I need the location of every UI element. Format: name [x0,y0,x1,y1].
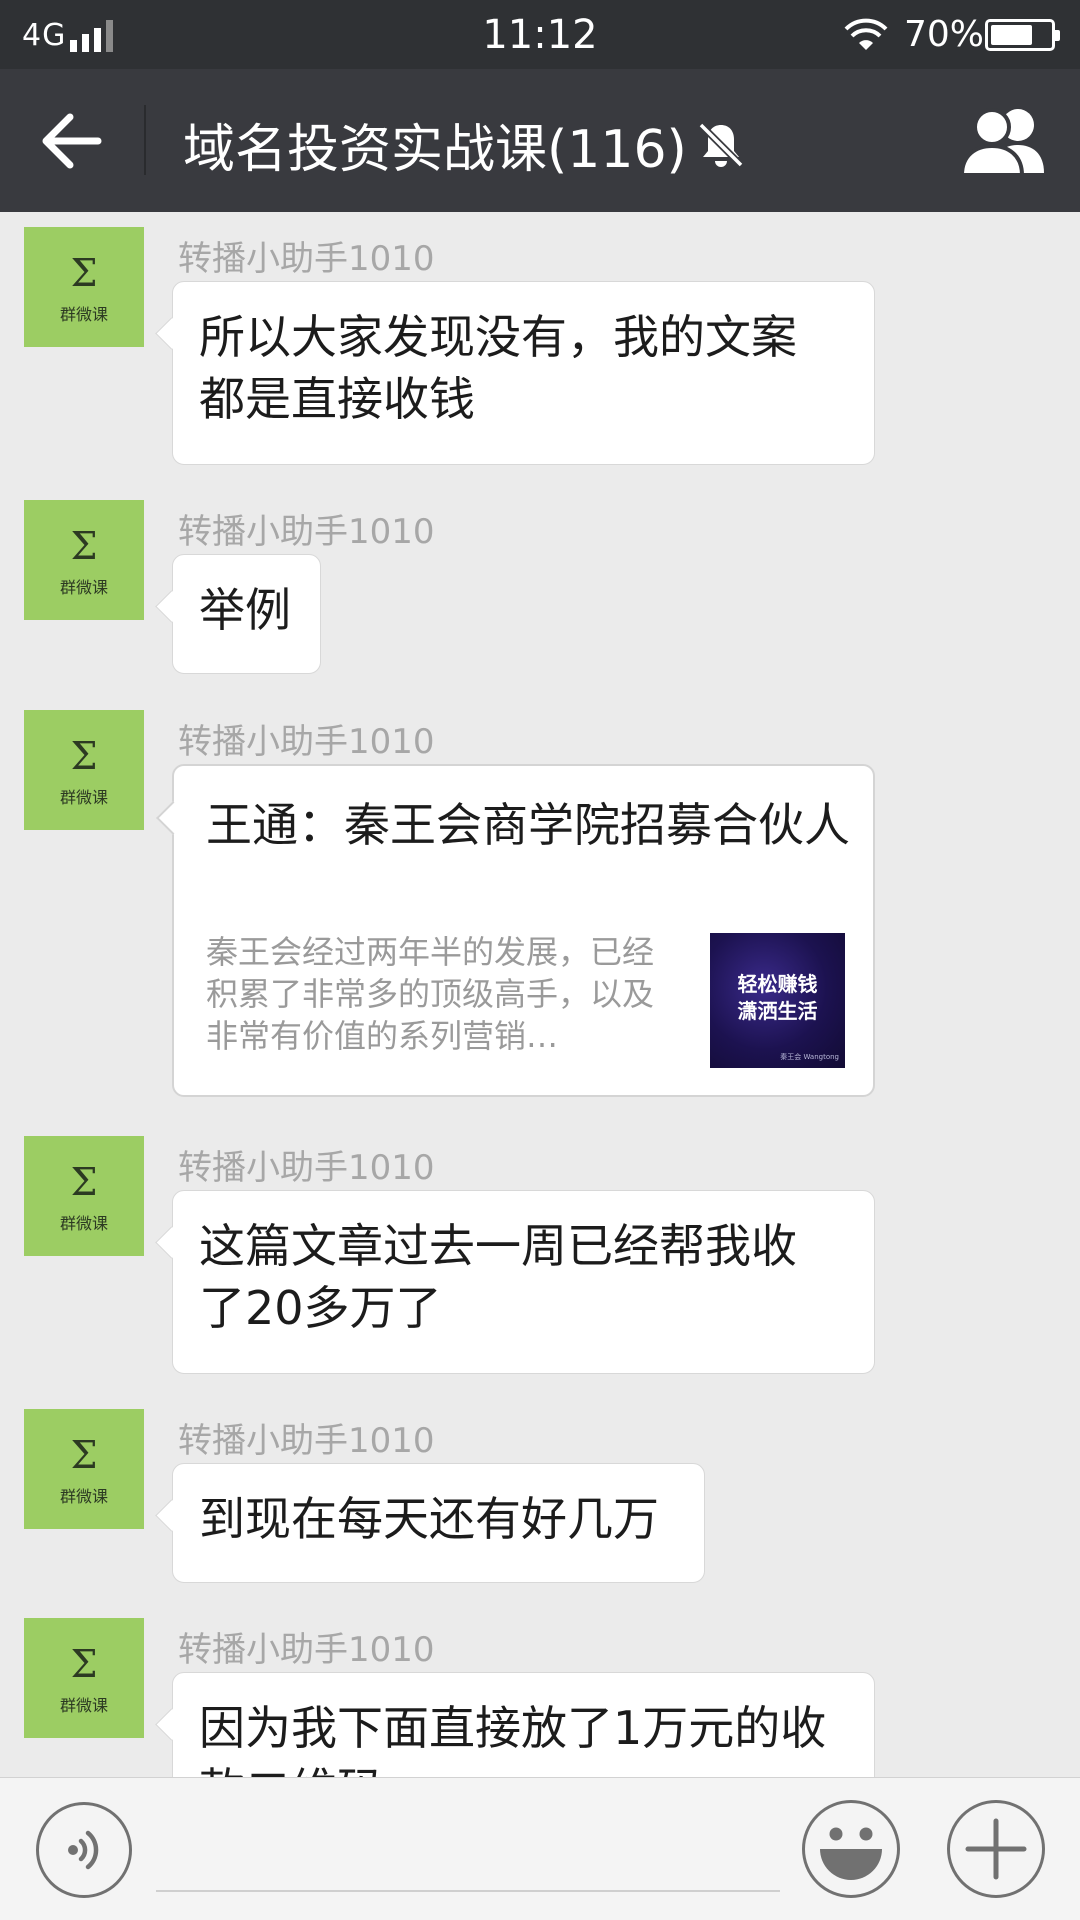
link-title: 王通：秦王会商学院招募合伙人 [206,798,850,852]
message-text-line: 因为我下面直接放了1万元的收 [199,1701,827,1755]
message-list[interactable]: Σ 群微课 转播小助手1010 所以大家发现没有，我的文案 都是直接收钱 Σ 群微课… [0,212,1080,1777]
battery-percent: 70% [904,14,985,55]
group-members-icon[interactable] [960,103,1050,179]
battery-icon [985,19,1060,51]
plus-icon [965,1818,1027,1880]
sender-name: 转播小助手1010 [178,1630,435,1670]
input-bar [0,1777,1080,1920]
voice-input-icon [68,1830,99,1870]
message-text-line: 都是直接收钱 [199,372,475,426]
sender-name: 转播小助手1010 [178,239,435,279]
message-text-line: 款二维码 [199,1759,848,1777]
message-bubble[interactable]: 因为我下面直接放了1万元的收 款二维码 [172,1672,875,1777]
back-arrow-icon[interactable] [36,109,106,173]
message-text-line: 举例 [199,583,291,637]
sender-name: 转播小助手1010 [178,722,435,762]
message-bubble[interactable]: 所以大家发现没有，我的文案 都是直接收钱 [172,281,875,465]
sender-name: 转播小助手1010 [178,1421,435,1461]
link-thumbnail: 轻松赚钱 潇洒生活 秦王会 Wangtong [710,933,845,1068]
message-text-line: 到现在每天还有好几万 [199,1492,659,1546]
sender-name: 转播小助手1010 [178,512,435,552]
emoji-button[interactable] [802,1800,900,1898]
message-text-line: 这篇文章过去一周已经帮我收 [199,1219,797,1273]
message-bubble[interactable]: 举例 [172,554,321,674]
avatar[interactable]: Σ 群微课 [24,1618,144,1738]
mute-bell-icon [698,122,744,168]
avatar[interactable]: Σ 群微课 [24,710,144,830]
link-card[interactable]: 王通：秦王会商学院招募合伙人 秦王会经过两年半的发展，已经积累了非常多的顶级高手… [172,764,875,1097]
avatar[interactable]: Σ 群微课 [24,500,144,620]
link-description: 秦王会经过两年半的发展，已经积累了非常多的顶级高手，以及非常有价值的系列营销… [206,933,655,1055]
avatar[interactable]: Σ 群微课 [24,1136,144,1256]
wifi-icon [844,18,888,50]
message-text-line: 所以大家发现没有，我的文案 [199,310,797,364]
header-divider [144,105,146,175]
message-bubble[interactable]: 到现在每天还有好几万 [172,1463,705,1583]
message-input[interactable] [156,1808,780,1892]
status-bar: 4G 11:12 70% [0,0,1080,69]
avatar[interactable]: Σ 群微课 [24,1409,144,1529]
message-bubble[interactable]: 这篇文章过去一周已经帮我收 了20多万了 [172,1190,875,1374]
battery-fill [991,25,1032,45]
message-text-line: 了20多万了 [199,1281,442,1335]
avatar[interactable]: Σ 群微课 [24,227,144,347]
more-button[interactable] [947,1800,1045,1898]
emoji-icon [820,1827,882,1880]
voice-input-button[interactable] [36,1802,132,1898]
page-title: 域名投资实战课(116) [183,120,687,180]
chat-header: 域名投资实战课(116) [0,69,1080,212]
sender-name: 转播小助手1010 [178,1148,435,1188]
